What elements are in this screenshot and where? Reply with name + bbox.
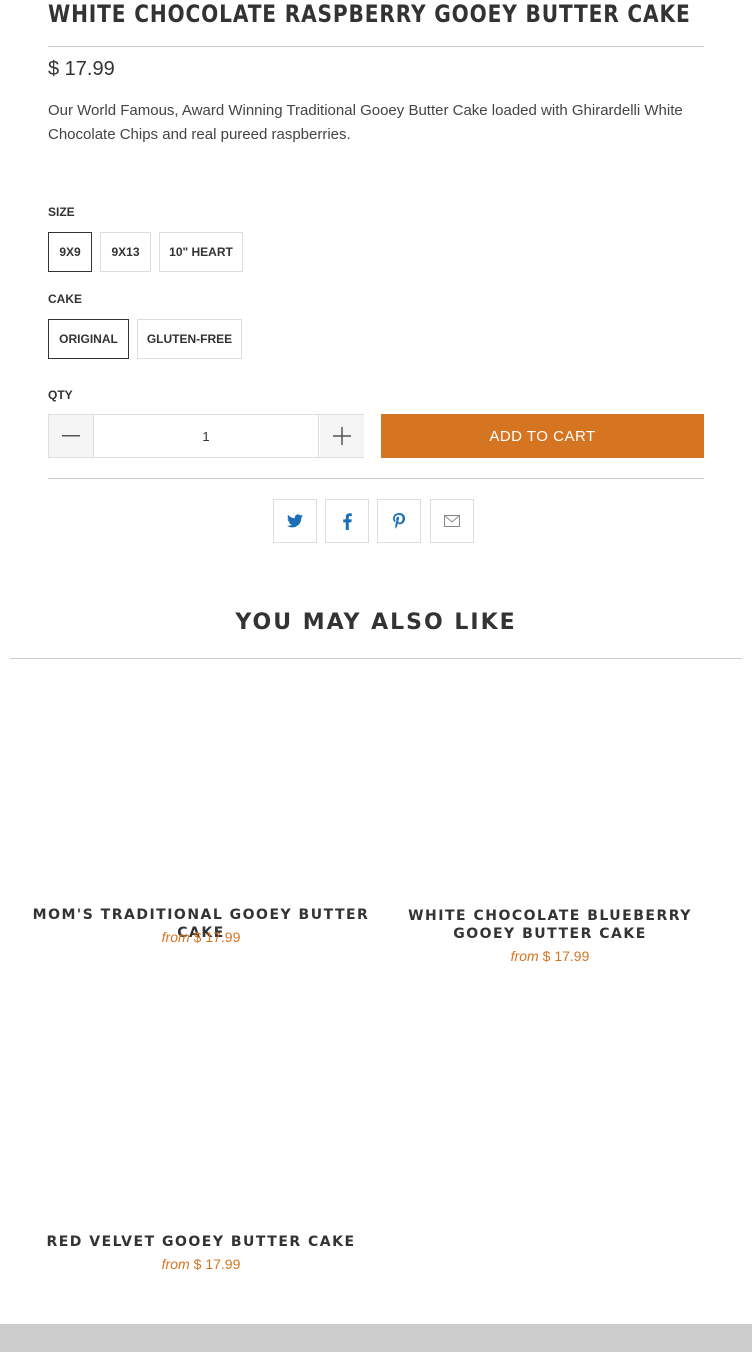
size-label: SIZE bbox=[48, 205, 75, 219]
divider bbox=[48, 46, 704, 47]
product-image[interactable] bbox=[390, 690, 742, 890]
cake-label: CAKE bbox=[48, 292, 83, 306]
product-title: WHITE CHOCOLATE RASPBERRY GOOEY BUTTER C… bbox=[48, 0, 691, 28]
cake-option-original[interactable]: ORIGINAL bbox=[48, 319, 129, 359]
price-value: $ 17.99 bbox=[193, 1256, 241, 1272]
qty-label: QTY bbox=[48, 388, 73, 402]
product-image[interactable] bbox=[10, 690, 392, 890]
related-heading: YOU MAY ALSO LIKE bbox=[235, 610, 517, 635]
plus-icon[interactable] bbox=[320, 415, 364, 457]
product-image[interactable] bbox=[10, 1010, 392, 1220]
twitter-icon[interactable] bbox=[273, 499, 317, 543]
related-product-price: from $ 17.99 bbox=[20, 1256, 382, 1272]
price-value: $ 17.99 bbox=[193, 929, 241, 945]
from-label: from bbox=[161, 929, 190, 945]
product-description: Our World Famous, Award Winning Traditio… bbox=[48, 102, 683, 143]
add-to-cart-button[interactable]: ADD TO CART bbox=[381, 414, 704, 458]
related-product-title[interactable]: RED VELVET GOOEY BUTTER CAKE bbox=[20, 1233, 382, 1251]
related-product-price: from $ 17.99 bbox=[20, 929, 382, 945]
price-value: $ 17.99 bbox=[542, 948, 590, 964]
divider bbox=[10, 658, 742, 659]
cake-option-gluten-free[interactable]: GLUTEN-FREE bbox=[137, 319, 242, 359]
from-label: from bbox=[161, 1256, 190, 1272]
email-icon[interactable] bbox=[430, 499, 474, 543]
pinterest-icon[interactable] bbox=[377, 499, 421, 543]
from-label: from bbox=[510, 948, 539, 964]
facebook-icon[interactable] bbox=[325, 499, 369, 543]
related-product-title[interactable]: WHITE CHOCOLATE BLUEBERRY GOOEY BUTTER C… bbox=[395, 907, 705, 943]
size-option-heart[interactable]: 10" HEART bbox=[159, 232, 243, 272]
divider bbox=[48, 478, 704, 479]
product-price: $ 17.99 bbox=[48, 58, 115, 80]
size-option-9x13[interactable]: 9X13 bbox=[100, 232, 151, 272]
quantity-stepper: 1 bbox=[48, 414, 364, 458]
minus-icon[interactable] bbox=[49, 415, 93, 457]
quantity-input[interactable]: 1 bbox=[93, 415, 319, 457]
size-option-9x9[interactable]: 9X9 bbox=[48, 232, 92, 272]
footer-bar bbox=[0, 1324, 752, 1352]
related-product-price: from $ 17.99 bbox=[395, 948, 705, 964]
